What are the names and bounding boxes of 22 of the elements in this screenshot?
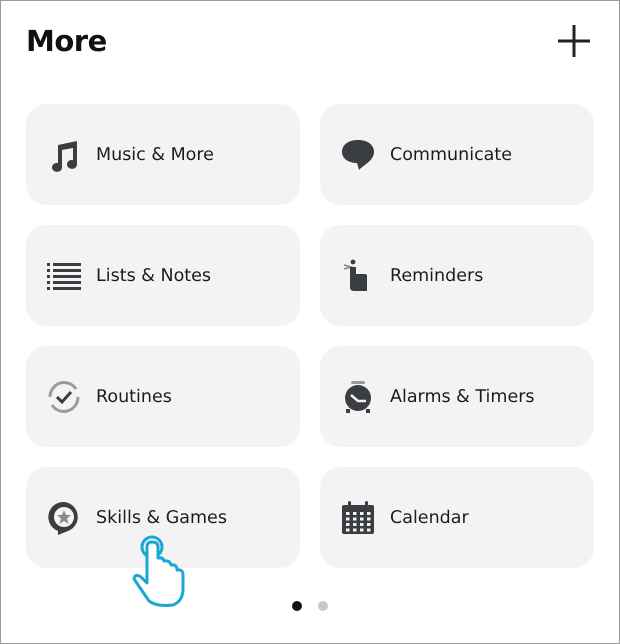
page-dot[interactable] — [318, 601, 328, 611]
menu-tile[interactable]: Reminders — [320, 225, 594, 326]
tile-label: Communicate — [390, 144, 512, 164]
tile-label: Alarms & Timers — [390, 386, 535, 406]
add-button[interactable] — [557, 24, 591, 58]
calendar-icon — [340, 500, 376, 536]
circular-check-icon — [46, 378, 82, 414]
page-dot[interactable] — [292, 601, 302, 611]
tile-label: Reminders — [390, 266, 484, 286]
menu-tile[interactable]: Routines — [26, 346, 300, 447]
tile-label: Calendar — [390, 508, 469, 528]
tile-label: Skills & Games — [96, 508, 227, 528]
menu-tile[interactable]: Alarms & Timers — [320, 346, 594, 447]
menu-tile[interactable]: Communicate — [320, 104, 594, 205]
menu-tile[interactable]: Skills & Games — [26, 467, 300, 568]
tile-label: Lists & Notes — [96, 266, 212, 286]
page-title: More — [26, 24, 107, 58]
tile-label: Music & More — [96, 144, 214, 164]
menu-tile[interactable]: Lists & Notes — [26, 225, 300, 326]
tile-label: Routines — [96, 386, 172, 406]
menu-tile[interactable]: Calendar — [320, 467, 594, 568]
menu-tile[interactable]: Music & More — [26, 104, 300, 205]
